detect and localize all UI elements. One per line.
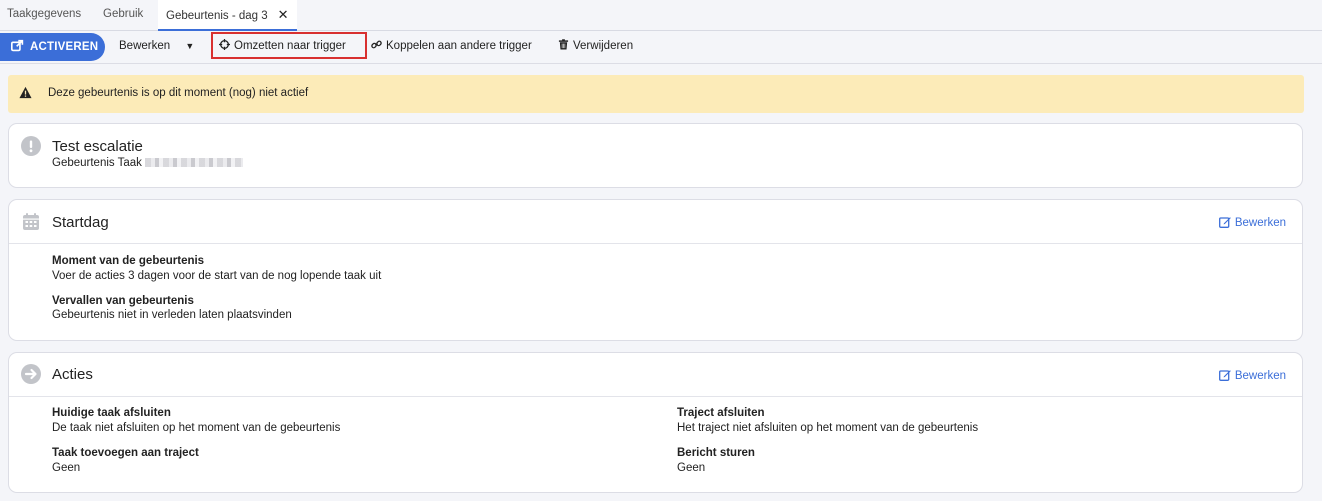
link-label: Koppelen aan andere trigger <box>386 40 532 52</box>
acties-card: Acties Bewerken Huidige taak afsluiten D… <box>8 352 1303 493</box>
startdag-edit-link[interactable]: Bewerken <box>1218 216 1286 229</box>
field-value-taak-toevoegen: Geen <box>52 462 81 474</box>
exclamation-circle-icon <box>21 136 41 156</box>
field-label-huidige-taak: Huidige taak afsluiten <box>52 407 171 419</box>
field-label-traject: Traject afsluiten <box>677 407 765 419</box>
edit-icon <box>1218 217 1231 228</box>
field-label-bericht: Bericht sturen <box>677 447 755 459</box>
event-title: Test escalatie <box>52 138 143 155</box>
trash-icon <box>558 39 569 50</box>
event-subtitle-prefix: Gebeurtenis Taak <box>52 157 142 169</box>
activate-label: ACTIVEREN <box>30 41 99 53</box>
tab-gebeurtenis-dag-3[interactable]: Gebeurtenis - dag 3 ✕ <box>158 0 297 31</box>
divider <box>9 396 1302 397</box>
edit-icon <box>1218 370 1231 381</box>
inactive-warning-banner: Deze gebeurtenis is op dit moment (nog) … <box>8 75 1304 113</box>
field-value-traject: Het traject niet afsluiten op het moment… <box>677 422 979 434</box>
convert-to-trigger-button[interactable]: Omzetten naar trigger <box>219 31 346 64</box>
tab-gebruik[interactable]: Gebruik <box>103 0 143 31</box>
arrow-right-circle-icon <box>21 364 41 384</box>
delete-button[interactable]: Verwijderen <box>558 31 633 64</box>
event-subtitle: Gebeurtenis Taak <box>52 157 244 169</box>
edit-dropdown-button[interactable]: Bewerken ▼ <box>119 31 194 64</box>
edit-dropdown-label: Bewerken <box>119 40 171 52</box>
share-box-icon <box>11 39 24 52</box>
field-label-moment: Moment van de gebeurtenis <box>52 255 205 267</box>
tab-label: Gebeurtenis - dag 3 <box>166 10 268 22</box>
acties-edit-label: Bewerken <box>1234 370 1286 382</box>
close-icon[interactable]: ✕ <box>278 7 289 22</box>
event-summary-card: Test escalatie Gebeurtenis Taak <box>8 123 1303 188</box>
field-label-taak-toevoegen: Taak toevoegen aan traject <box>52 447 199 459</box>
delete-label: Verwijderen <box>573 40 634 52</box>
startdag-edit-label: Bewerken <box>1234 217 1286 229</box>
calendar-icon <box>23 213 39 230</box>
field-value-vervallen: Gebeurtenis niet in verleden laten plaat… <box>52 309 292 321</box>
startdag-title: Startdag <box>52 214 109 231</box>
field-label-vervallen: Vervallen van gebeurtenis <box>52 295 194 307</box>
warning-icon <box>19 86 32 99</box>
link-trigger-button[interactable]: Koppelen aan andere trigger <box>371 31 532 64</box>
tab-bar: Taakgegevens Gebruik Gebeurtenis - dag 3… <box>0 0 1322 31</box>
acties-edit-link[interactable]: Bewerken <box>1218 369 1286 382</box>
redacted-task-name <box>145 158 244 167</box>
field-value-huidige-taak: De taak niet afsluiten op het moment van… <box>52 422 341 434</box>
field-value-moment: Voer de acties 3 dagen voor de start van… <box>52 270 382 282</box>
caret-down-icon: ▼ <box>185 41 195 51</box>
tab-taakgegevens[interactable]: Taakgegevens <box>7 0 81 31</box>
toolbar: ACTIVEREN Bewerken ▼ Omzetten naar trigg… <box>0 31 1322 64</box>
convert-label: Omzetten naar trigger <box>234 40 346 52</box>
warning-text: Deze gebeurtenis is op dit moment (nog) … <box>48 87 309 99</box>
startdag-card: Startdag Bewerken Moment van de gebeurte… <box>8 199 1303 341</box>
field-value-bericht: Geen <box>677 462 706 474</box>
acties-title: Acties <box>52 366 93 383</box>
activate-button[interactable]: ACTIVEREN <box>0 33 105 61</box>
link-icon <box>371 40 382 49</box>
divider <box>9 243 1302 244</box>
crosshair-icon <box>219 39 230 50</box>
